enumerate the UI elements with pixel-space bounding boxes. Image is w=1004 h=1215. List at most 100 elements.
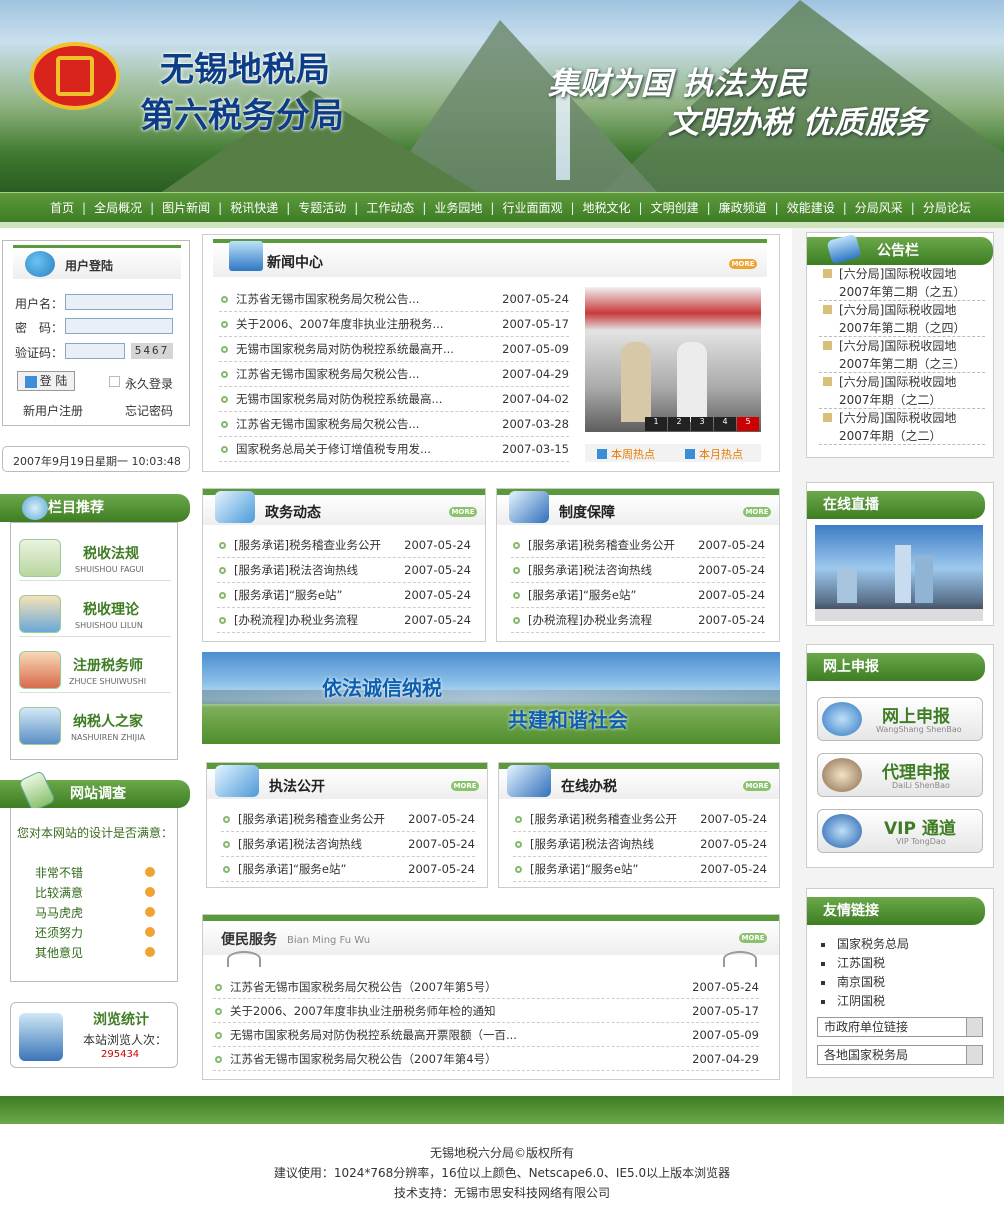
gov-links-select[interactable]: 市政府单位链接 bbox=[817, 1017, 983, 1037]
nav-item[interactable]: 分局风采 bbox=[849, 199, 909, 216]
news-item[interactable]: 江苏省无锡市国家税务局欠税公告... 2007-04-29 bbox=[219, 362, 569, 387]
remember-label: 永久登录 bbox=[125, 377, 174, 391]
captcha-input[interactable] bbox=[65, 343, 125, 359]
news-more-button[interactable]: MORE bbox=[729, 259, 757, 269]
news-slideshow-photo[interactable]: 1 2 3 4 5 bbox=[585, 287, 761, 432]
list-item[interactable]: [服务承诺]“服务e站” 2007-05-24 bbox=[217, 583, 471, 608]
news-item[interactable]: 无锡市国家税务局对防伪税控系统最高... 2007-04-02 bbox=[219, 387, 569, 412]
remember-checkbox[interactable] bbox=[109, 376, 120, 387]
list-item[interactable]: [服务承诺]税法咨询热线 2007-05-24 bbox=[221, 832, 475, 857]
list-item[interactable]: 江苏省无锡市国家税务局欠税公告（2007年第4号） 2007-04-29 bbox=[213, 1047, 759, 1071]
news-item[interactable]: 江苏省无锡市国家税务局欠税公告... 2007-03-28 bbox=[219, 412, 569, 437]
nav-item[interactable]: 文明创建 bbox=[645, 199, 705, 216]
list-item[interactable]: [服务承诺]税法咨询热线 2007-05-24 bbox=[513, 832, 767, 857]
news-item[interactable]: 关于2006、2007年度非执业注册税务... 2007-05-17 bbox=[219, 312, 569, 337]
main-nav: 首页 | 全局概况 | 图片新闻 | 税讯快递 | 专题活动 | 工作动态 | 业务园地 | … bbox=[0, 192, 1004, 222]
slogan-banner[interactable]: 依法诚信纳税 共建和谐社会 bbox=[202, 652, 780, 744]
slide-number-button[interactable]: 3 bbox=[691, 417, 713, 431]
nav-item[interactable]: 工作动态 bbox=[360, 199, 420, 216]
survey-option[interactable]: 还须努力 bbox=[35, 924, 155, 942]
tax-links-select[interactable]: 各地国家税务局 bbox=[817, 1045, 983, 1065]
list-item[interactable]: [服务承诺]税务稽查业务公开 2007-05-24 bbox=[217, 533, 471, 558]
zhengwu-more-button[interactable]: MORE bbox=[449, 507, 477, 517]
friend-link[interactable]: 江苏国税 bbox=[821, 954, 909, 973]
bianmin-more-button[interactable]: MORE bbox=[739, 933, 767, 943]
zaixian-more-button[interactable]: MORE bbox=[743, 781, 771, 791]
nav-item[interactable]: 业务园地 bbox=[428, 199, 488, 216]
list-item[interactable]: [服务承诺]税务稽查业务公开 2007-05-24 bbox=[513, 807, 767, 832]
slide-number-button[interactable]: 2 bbox=[668, 417, 690, 431]
zhifa-panel: 执法公开 MORE [服务承诺]税务稽查业务公开 2007-05-24 [服务承诺… bbox=[206, 762, 488, 888]
list-item[interactable]: [服务承诺]税法咨询热线 2007-05-24 bbox=[511, 558, 765, 583]
recommend-label: 税收理论 bbox=[83, 602, 139, 618]
nav-item[interactable]: 行业面面观 bbox=[496, 199, 568, 216]
friend-link[interactable]: 国家税务总局 bbox=[821, 935, 909, 954]
list-item[interactable]: [办税流程]办税业务流程 2007-05-24 bbox=[217, 608, 471, 633]
nav-item[interactable]: 首页 bbox=[44, 199, 80, 216]
list-item[interactable]: [服务承诺]“服务e站” 2007-05-24 bbox=[511, 583, 765, 608]
option-arrow-icon bbox=[145, 947, 155, 957]
live-video-player[interactable] bbox=[815, 525, 983, 621]
list-item[interactable]: [服务承诺]“服务e站” 2007-05-24 bbox=[513, 857, 767, 882]
friend-link[interactable]: 南京国税 bbox=[821, 973, 909, 992]
online-office-icon bbox=[507, 765, 551, 797]
nav-item[interactable]: 地税文化 bbox=[577, 199, 637, 216]
recommend-label: 纳税人之家 bbox=[73, 714, 143, 730]
news-item[interactable]: 江苏省无锡市国家税务局欠税公告... 2007-05-24 bbox=[219, 287, 569, 312]
hot-week-tab[interactable]: 本周热点 bbox=[597, 446, 655, 462]
survey-option[interactable]: 非常不错 bbox=[35, 864, 155, 882]
notice-item[interactable]: [六分局]国际税收园地 2007年期（之二） bbox=[819, 409, 985, 445]
notice-item[interactable]: [六分局]国际税收园地 2007年期（之二） bbox=[819, 373, 985, 409]
recommend-item[interactable]: 税收法规 SHUISHOU FAGUI bbox=[19, 537, 171, 581]
username-input[interactable] bbox=[65, 294, 173, 310]
friend-link[interactable]: 江阴国税 bbox=[821, 992, 909, 1011]
zhidu-more-button[interactable]: MORE bbox=[743, 507, 771, 517]
slide-number-button[interactable]: 4 bbox=[714, 417, 736, 431]
survey-option[interactable]: 马马虎虎 bbox=[35, 904, 155, 922]
password-input[interactable] bbox=[65, 318, 173, 334]
recommend-item[interactable]: 税收理论 SHUISHOU LILUN bbox=[19, 593, 171, 637]
forgot-password-link[interactable]: 忘记密码 bbox=[125, 402, 173, 419]
declare-online-button[interactable]: 网上申报 WangShang ShenBao bbox=[817, 697, 983, 741]
recommend-item[interactable]: 注册税务师 ZHUCE SHUIWUSHI bbox=[19, 649, 171, 693]
register-link[interactable]: 新用户注册 bbox=[23, 402, 83, 419]
player-controls[interactable] bbox=[815, 609, 983, 621]
list-item[interactable]: 无锡市国家税务局对防伪税控系统最高开票限额（一百... 2007-05-09 bbox=[213, 1023, 759, 1047]
list-item[interactable]: [服务承诺]税务稽查业务公开 2007-05-24 bbox=[511, 533, 765, 558]
slide-number-button[interactable]: 1 bbox=[645, 417, 667, 431]
list-item[interactable]: 关于2006、2007年度非执业注册税务师年检的通知 2007-05-17 bbox=[213, 999, 759, 1023]
declare-agent-button[interactable]: 代理申报 DaiLi ShenBao bbox=[817, 753, 983, 797]
declare-vip-button[interactable]: VIP 通道 VIP TongDao bbox=[817, 809, 983, 853]
list-item[interactable]: [办税流程]办税业务流程 2007-05-24 bbox=[511, 608, 765, 633]
survey-option[interactable]: 比较满意 bbox=[35, 884, 155, 902]
recommend-item[interactable]: 纳税人之家 NASHUIREN ZHIJIA bbox=[19, 705, 171, 749]
survey-option[interactable]: 其他意见 bbox=[35, 944, 155, 962]
login-button[interactable]: 登 陆 bbox=[17, 371, 75, 391]
zaixian-title: 在线办税 bbox=[561, 779, 617, 795]
slide-number-button[interactable]: 5 bbox=[737, 417, 759, 431]
stats-label: 本站浏览人次： bbox=[83, 1033, 168, 1047]
nav-item[interactable]: 全局概况 bbox=[88, 199, 148, 216]
survey-question: 您对本网站的设计是否满意： bbox=[17, 826, 174, 840]
notice-item[interactable]: [六分局]国际税收园地 2007年第二期（之三） bbox=[819, 337, 985, 373]
nav-item[interactable]: 图片新闻 bbox=[156, 199, 216, 216]
buildings-icon bbox=[19, 707, 61, 745]
list-item[interactable]: [服务承诺]税务稽查业务公开 2007-05-24 bbox=[221, 807, 475, 832]
list-item[interactable]: 江苏省无锡市国家税务局欠税公告（2007年第5号） 2007-05-24 bbox=[213, 975, 759, 999]
nav-item[interactable]: 专题活动 bbox=[292, 199, 352, 216]
notice-item[interactable]: [六分局]国际税收园地 2007年第二期（之四） bbox=[819, 301, 985, 337]
nav-item[interactable]: 效能建设 bbox=[781, 199, 841, 216]
nav-item[interactable]: 税讯快递 bbox=[224, 199, 284, 216]
stats-panel: 浏览统计 本站浏览人次： 295434 bbox=[10, 1002, 178, 1068]
nav-item[interactable]: 分局论坛 bbox=[917, 199, 977, 216]
links-title: 友情链接 bbox=[807, 897, 985, 925]
news-item[interactable]: 无锡市国家税务局对防伪税控系统最高开... 2007-05-09 bbox=[219, 337, 569, 362]
notice-item[interactable]: [六分局]国际税收园地 2007年第二期（之五） bbox=[819, 265, 985, 301]
hot-month-tab[interactable]: 本月热点 bbox=[685, 446, 743, 462]
list-item[interactable]: [服务承诺]税法咨询热线 2007-05-24 bbox=[217, 558, 471, 583]
zhifa-more-button[interactable]: MORE bbox=[451, 781, 479, 791]
news-item[interactable]: 国家税务总局关于修订增值税专用发... 2007-03-15 bbox=[219, 437, 569, 462]
stats-title: 浏览统计 bbox=[93, 1012, 149, 1028]
nav-item[interactable]: 廉政频道 bbox=[713, 199, 773, 216]
list-item[interactable]: [服务承诺]“服务e站” 2007-05-24 bbox=[221, 857, 475, 882]
